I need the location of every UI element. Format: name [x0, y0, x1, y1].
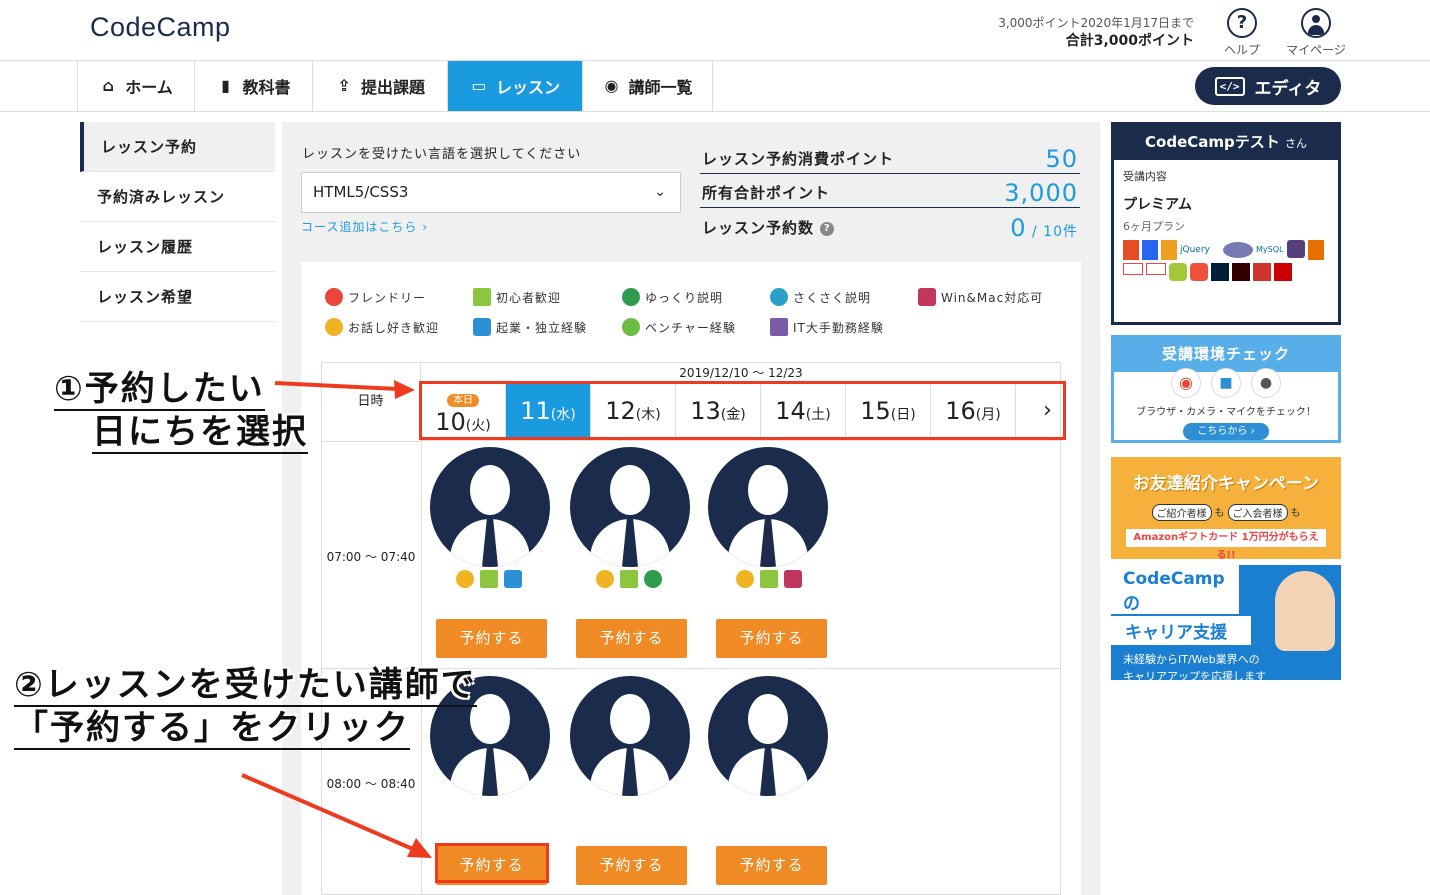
arrow-line [241, 773, 416, 852]
arrow-head [394, 380, 415, 399]
annotation-arrows [241, 380, 432, 858]
arrow-line [274, 381, 399, 391]
